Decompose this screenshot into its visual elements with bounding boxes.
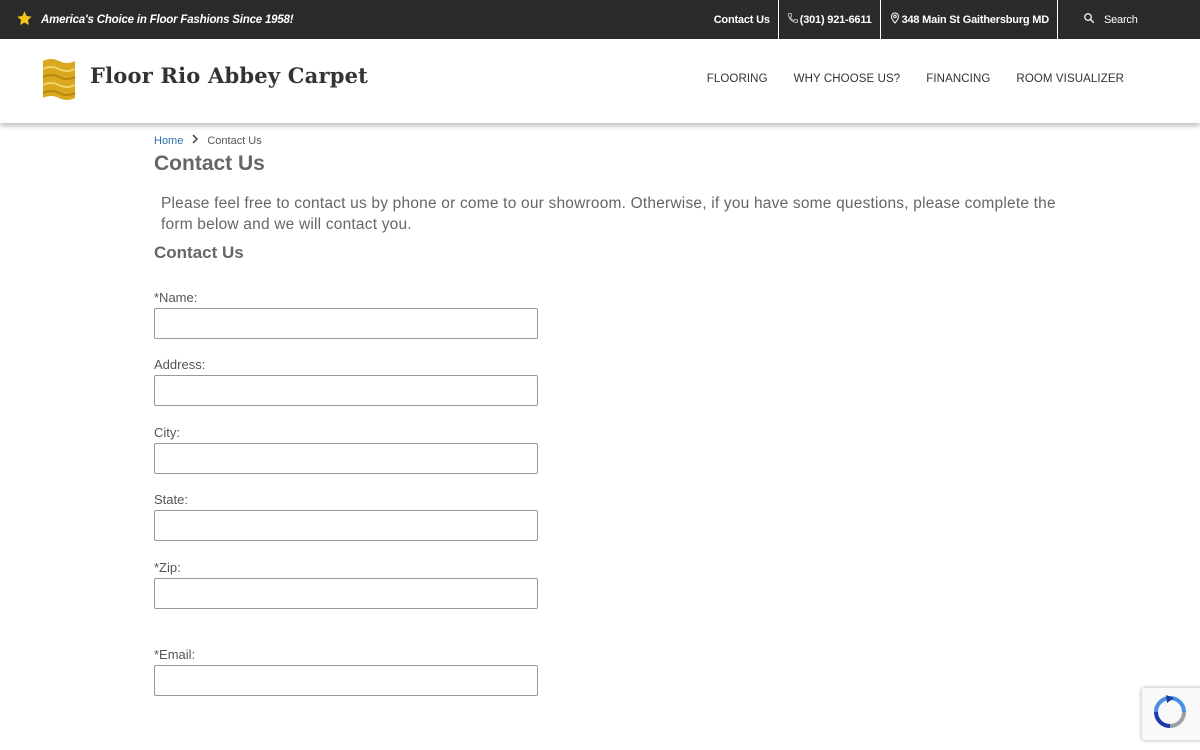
brand-name[interactable]: Floor Rio Abbey Carpet <box>90 63 368 88</box>
map-pin-icon <box>889 12 902 27</box>
address-label: Address: <box>154 357 206 372</box>
star-icon <box>16 10 33 30</box>
breadcrumb-home[interactable]: Home <box>154 135 183 147</box>
form-title: Contact Us <box>154 243 244 262</box>
top-phone-label: (301) 921-6611 <box>799 13 872 26</box>
nav-why-choose-us[interactable]: WHY CHOOSE US? <box>794 73 901 85</box>
top-nav: Contact Us (301) 921-6611 348 Main St Ga… <box>706 0 1200 39</box>
logo-icon[interactable] <box>39 55 79 104</box>
main-nav: FLOORING WHY CHOOSE US? FINANCING ROOM V… <box>707 73 1124 85</box>
chevron-right-icon <box>190 134 200 147</box>
recaptcha-icon <box>1152 694 1188 735</box>
page-title: Contact Us <box>154 152 265 175</box>
search-button[interactable]: Search <box>1058 0 1200 39</box>
search-label: Search <box>1104 13 1138 26</box>
search-icon <box>1083 12 1096 27</box>
site-header: Floor Rio Abbey Carpet FLOORING WHY CHOO… <box>0 39 1200 123</box>
city-field[interactable] <box>154 443 538 474</box>
nav-flooring[interactable]: FLOORING <box>707 73 768 85</box>
city-label: City: <box>154 425 180 440</box>
breadcrumb-current: Contact Us <box>207 134 262 147</box>
state-label: State: <box>154 492 188 507</box>
name-label: *Name: <box>154 290 198 305</box>
tagline: America's Choice in Floor Fashions Since… <box>16 0 294 39</box>
phone-icon <box>787 12 800 27</box>
top-address-label: 348 Main St Gaithersburg MD <box>901 13 1050 26</box>
zip-label: *Zip: <box>154 560 181 575</box>
nav-room-visualizer[interactable]: ROOM VISUALIZER <box>1016 73 1124 85</box>
top-contact-label: Contact Us <box>713 13 770 26</box>
email-label: *Email: <box>154 647 196 662</box>
address-field[interactable] <box>154 375 538 406</box>
top-contact-link[interactable]: Contact Us <box>706 0 779 39</box>
tagline-text: America's Choice in Floor Fashions Since… <box>41 13 294 26</box>
intro-text: Please feel free to contact us by phone … <box>161 195 1056 233</box>
nav-financing[interactable]: FINANCING <box>926 73 990 85</box>
zip-field[interactable] <box>154 578 538 609</box>
state-field[interactable] <box>154 510 538 541</box>
top-phone-link[interactable]: (301) 921-6611 <box>779 0 881 39</box>
top-address-link[interactable]: 348 Main St Gaithersburg MD <box>881 0 1058 39</box>
name-field[interactable] <box>154 308 538 339</box>
recaptcha-badge[interactable] <box>1142 688 1200 740</box>
top-utility-bar: America's Choice in Floor Fashions Since… <box>0 0 1200 39</box>
email-field[interactable] <box>154 665 538 696</box>
breadcrumb: Home Contact Us <box>154 134 262 147</box>
